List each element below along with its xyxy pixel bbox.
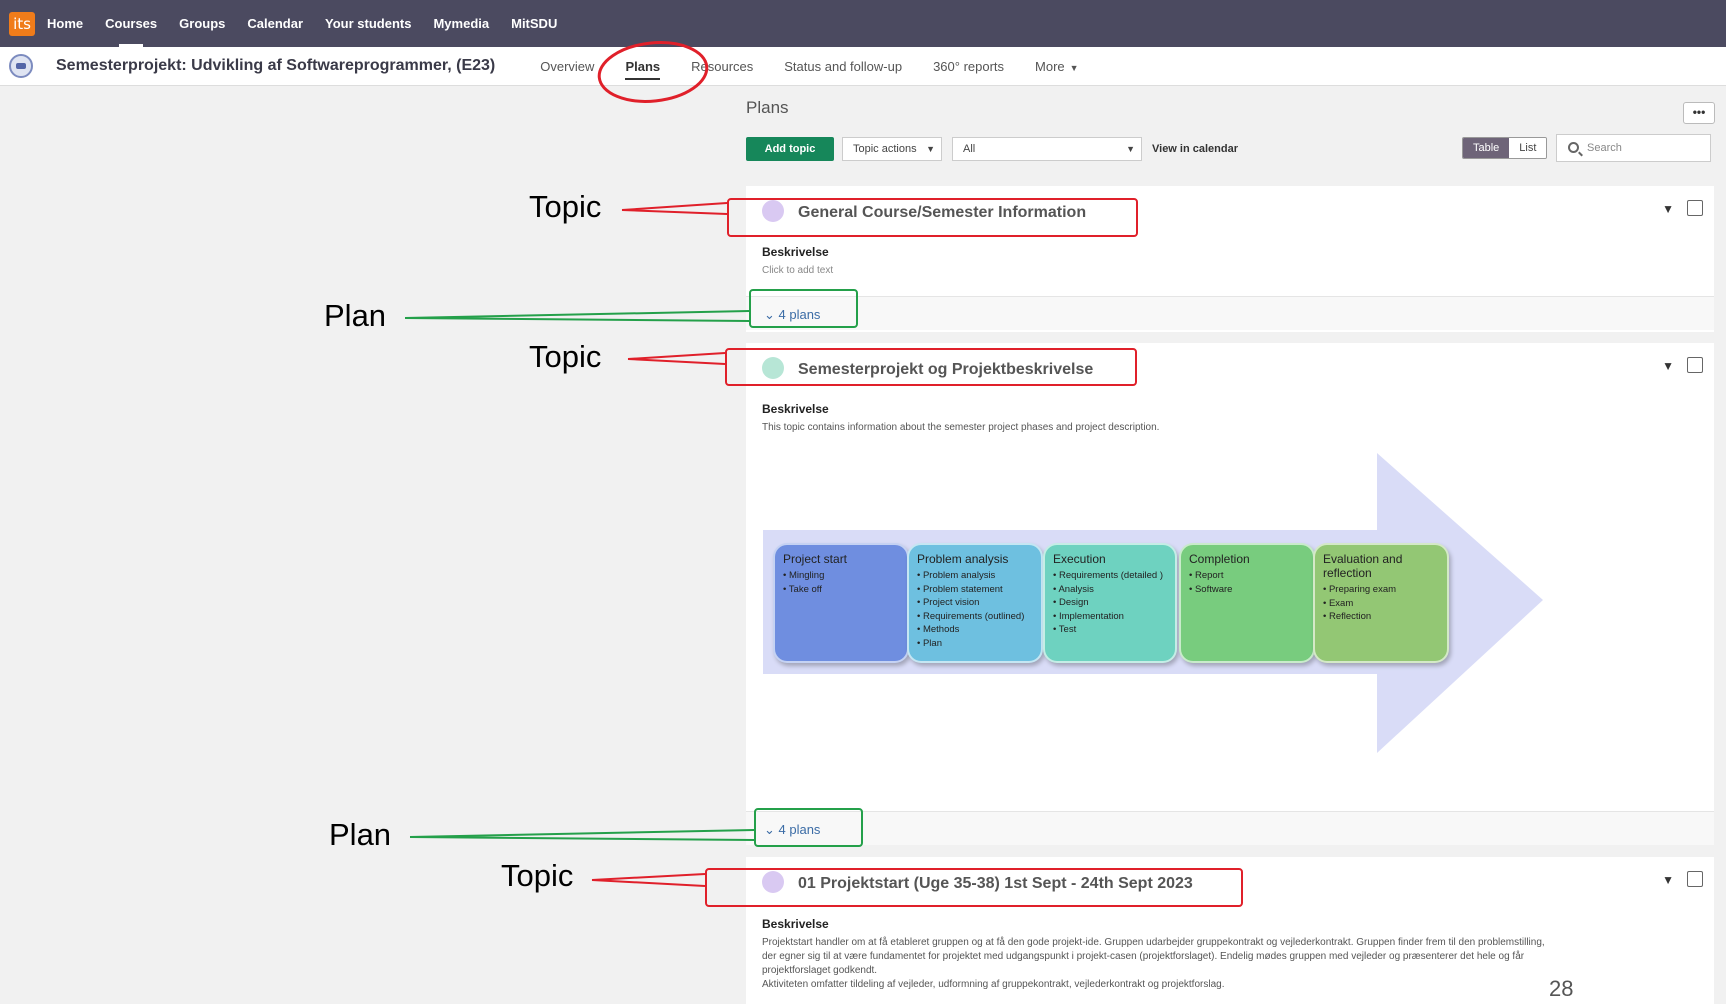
plans-tab-highlight-circle bbox=[597, 41, 709, 103]
topic-highlight-box bbox=[725, 348, 1137, 386]
topic-annotation-label: Topic bbox=[529, 189, 602, 224]
plan-highlight-box bbox=[754, 808, 863, 847]
topic-highlight-box bbox=[705, 868, 1243, 907]
topic-annotation-label: Topic bbox=[529, 339, 602, 374]
plan-annotation-label: Plan bbox=[324, 298, 387, 333]
topic-highlight-box bbox=[727, 198, 1138, 237]
plan-highlight-box bbox=[749, 289, 858, 328]
slide-page-number: 28 bbox=[1549, 976, 1574, 1001]
plan-annotation-label: Plan bbox=[329, 817, 392, 852]
topic-annotation-label: Topic bbox=[501, 858, 574, 893]
annotation-lines bbox=[404, 202, 755, 887]
